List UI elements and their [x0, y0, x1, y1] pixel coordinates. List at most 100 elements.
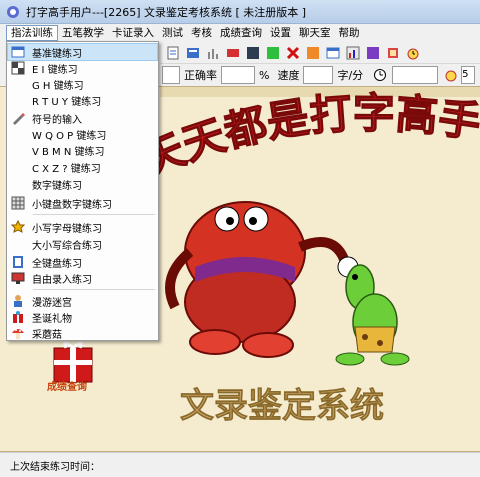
- speed-unit: 字/分: [337, 69, 364, 82]
- purple-square-icon[interactable]: [364, 44, 381, 61]
- window-title: 打字高手用户---[2265] 文录鉴定考核系统 [ 未注册版本 ]: [26, 5, 307, 19]
- chart-icon[interactable]: [344, 44, 361, 61]
- menu-separator: [33, 289, 155, 290]
- blank-icon: [10, 76, 26, 92]
- menu-exam[interactable]: 考核: [187, 25, 216, 41]
- menu-item-label: 漫游迷宫: [32, 297, 72, 309]
- menu-item-label: C X Z ? 键练习: [32, 163, 101, 175]
- menu-grades[interactable]: 成绩查询: [216, 25, 266, 41]
- status-bar: 上次结束练习时间：: [0, 452, 480, 477]
- window-icon[interactable]: [324, 44, 341, 61]
- menu-item-label: 基准键练习: [32, 48, 82, 60]
- menu-bar: 指法训练 五笔教学 卡证录入 测试 考核 成绩查询 设置 聊天室 帮助: [0, 24, 480, 42]
- green-square-icon[interactable]: [264, 44, 281, 61]
- mushroom-icon: [10, 325, 26, 341]
- menu-settings[interactable]: 设置: [266, 25, 295, 41]
- blank-icon: [10, 92, 26, 108]
- green-cartoon-character: [335, 264, 410, 366]
- document-icon[interactable]: [164, 44, 181, 61]
- blue-panel-icon[interactable]: [184, 44, 201, 61]
- checker-icon: [10, 60, 26, 76]
- gift-icon: [10, 309, 26, 325]
- svg-text:天天都是打字高手: 天天都是打字高手: [135, 89, 480, 186]
- menu-item-mushroom[interactable]: 采蘑菇: [8, 325, 157, 341]
- menu-item-label: 小写字母键练习: [32, 223, 102, 235]
- menu-item-label: V B M N 键练习: [32, 146, 105, 158]
- red-bar-icon[interactable]: [224, 44, 241, 61]
- pencil-icon: [10, 110, 26, 126]
- grade-query-label[interactable]: 成绩查询: [47, 378, 87, 393]
- keypad-icon: [10, 195, 26, 211]
- app-icon: [7, 5, 19, 18]
- finger-training-menu: 基准键练习 E I 键练习 G H 键练习 R T U Y 键练习 符号的输入 …: [6, 41, 159, 341]
- blank-icon: [10, 236, 26, 252]
- menu-item-label: 自由录入练习: [32, 274, 92, 286]
- menu-item-label: 采蘑菇: [32, 329, 62, 341]
- blank-icon: [10, 142, 26, 158]
- percent-symbol: %: [259, 68, 270, 82]
- menu-item-number-keys[interactable]: 数字键练习: [8, 176, 157, 192]
- blank-stat-field: [162, 66, 180, 84]
- menu-item-label: R T U Y 键练习: [32, 96, 102, 108]
- menu-item-label: 小键盘数字键练习: [32, 199, 112, 211]
- menu-item-label: 圣诞礼物: [32, 313, 72, 325]
- menu-separator: [33, 214, 155, 215]
- menu-item-christmas-gift[interactable]: 圣诞礼物: [8, 309, 157, 325]
- menu-zhifa[interactable]: 指法训练: [6, 25, 58, 41]
- blank-icon: [10, 176, 26, 192]
- menu-item-wqop-keys[interactable]: W Q O P 键练习: [8, 126, 157, 142]
- menu-item-gh-keys[interactable]: G H 键练习: [8, 76, 157, 92]
- menu-item-rtuy-keys[interactable]: R T U Y 键练习: [8, 92, 157, 108]
- menu-item-vbmn-keys[interactable]: V B M N 键练习: [8, 142, 157, 158]
- menu-item-full-keyboard[interactable]: 全键盘练习: [8, 254, 157, 270]
- timer-icon: [371, 67, 388, 84]
- menu-item-keypad-numbers[interactable]: 小键盘数字键练习: [8, 195, 157, 211]
- menu-test[interactable]: 测试: [158, 25, 187, 41]
- orange-square-icon[interactable]: [304, 44, 321, 61]
- menu-item-maze[interactable]: 漫游迷宫: [8, 293, 157, 309]
- notebook-icon: [10, 254, 26, 270]
- banner-footer: 文录鉴定系统: [180, 386, 384, 426]
- menu-item-mixed-case[interactable]: 大小写综合练习: [8, 236, 157, 252]
- title-bar: 打字高手用户---[2265] 文录鉴定考核系统 [ 未注册版本 ]: [0, 0, 480, 24]
- menu-item-label: G H 键练习: [32, 80, 84, 92]
- alarm-clock-icon[interactable]: [404, 44, 421, 61]
- status-text: 上次结束练习时间：: [10, 461, 100, 473]
- accuracy-field: [221, 66, 255, 84]
- menu-item-label: W Q O P 键练习: [32, 130, 107, 142]
- menu-item-free-input[interactable]: 自由录入练习: [8, 270, 157, 286]
- menu-chatroom[interactable]: 聊天室: [295, 25, 335, 41]
- monitor-icon: [10, 270, 26, 286]
- menu-item-lowercase[interactable]: 小写字母键练习: [8, 219, 157, 235]
- menu-item-ei-keys[interactable]: E I 键练习: [8, 60, 157, 76]
- speed-field: [303, 66, 334, 84]
- menu-item-label: 大小写综合练习: [32, 240, 102, 252]
- menu-kazheng[interactable]: 卡证录入: [108, 25, 158, 41]
- menu-item-label: 全键盘练习: [32, 258, 82, 270]
- stats-bar: 正确率 % 速度 字/分 5: [160, 64, 480, 86]
- red-x-icon[interactable]: [284, 44, 301, 61]
- menu-item-label: 符号的输入: [32, 114, 82, 126]
- menu-item-label: E I 键练习: [32, 64, 78, 76]
- timer-field: [392, 66, 439, 84]
- star-icon: [10, 219, 26, 235]
- blank-icon: [10, 159, 26, 175]
- bars-icon[interactable]: [204, 44, 221, 61]
- accuracy-label: 正确率: [184, 69, 217, 82]
- slate-icon[interactable]: [244, 44, 261, 61]
- speed-label: 速度: [277, 69, 300, 82]
- red-cartoon-character: [165, 201, 359, 358]
- partial-stat-field: 5: [461, 66, 476, 84]
- toolbar: [160, 42, 480, 64]
- stamp-icon[interactable]: [384, 44, 401, 61]
- person-icon: [10, 293, 26, 309]
- menu-item-symbols[interactable]: 符号的输入: [8, 110, 157, 126]
- menu-item-basic-keys[interactable]: 基准键练习: [7, 43, 158, 61]
- menu-item-cxz-keys[interactable]: C X Z ? 键练习: [8, 159, 157, 175]
- menu-wubi[interactable]: 五笔教学: [58, 25, 108, 41]
- menu-item-label: 数字键练习: [32, 180, 82, 192]
- banner-title: 天天都是打字高手: [134, 88, 480, 186]
- window-icon: [10, 44, 26, 60]
- alarm-clock-icon: [442, 67, 459, 84]
- menu-help[interactable]: 帮助: [335, 25, 364, 41]
